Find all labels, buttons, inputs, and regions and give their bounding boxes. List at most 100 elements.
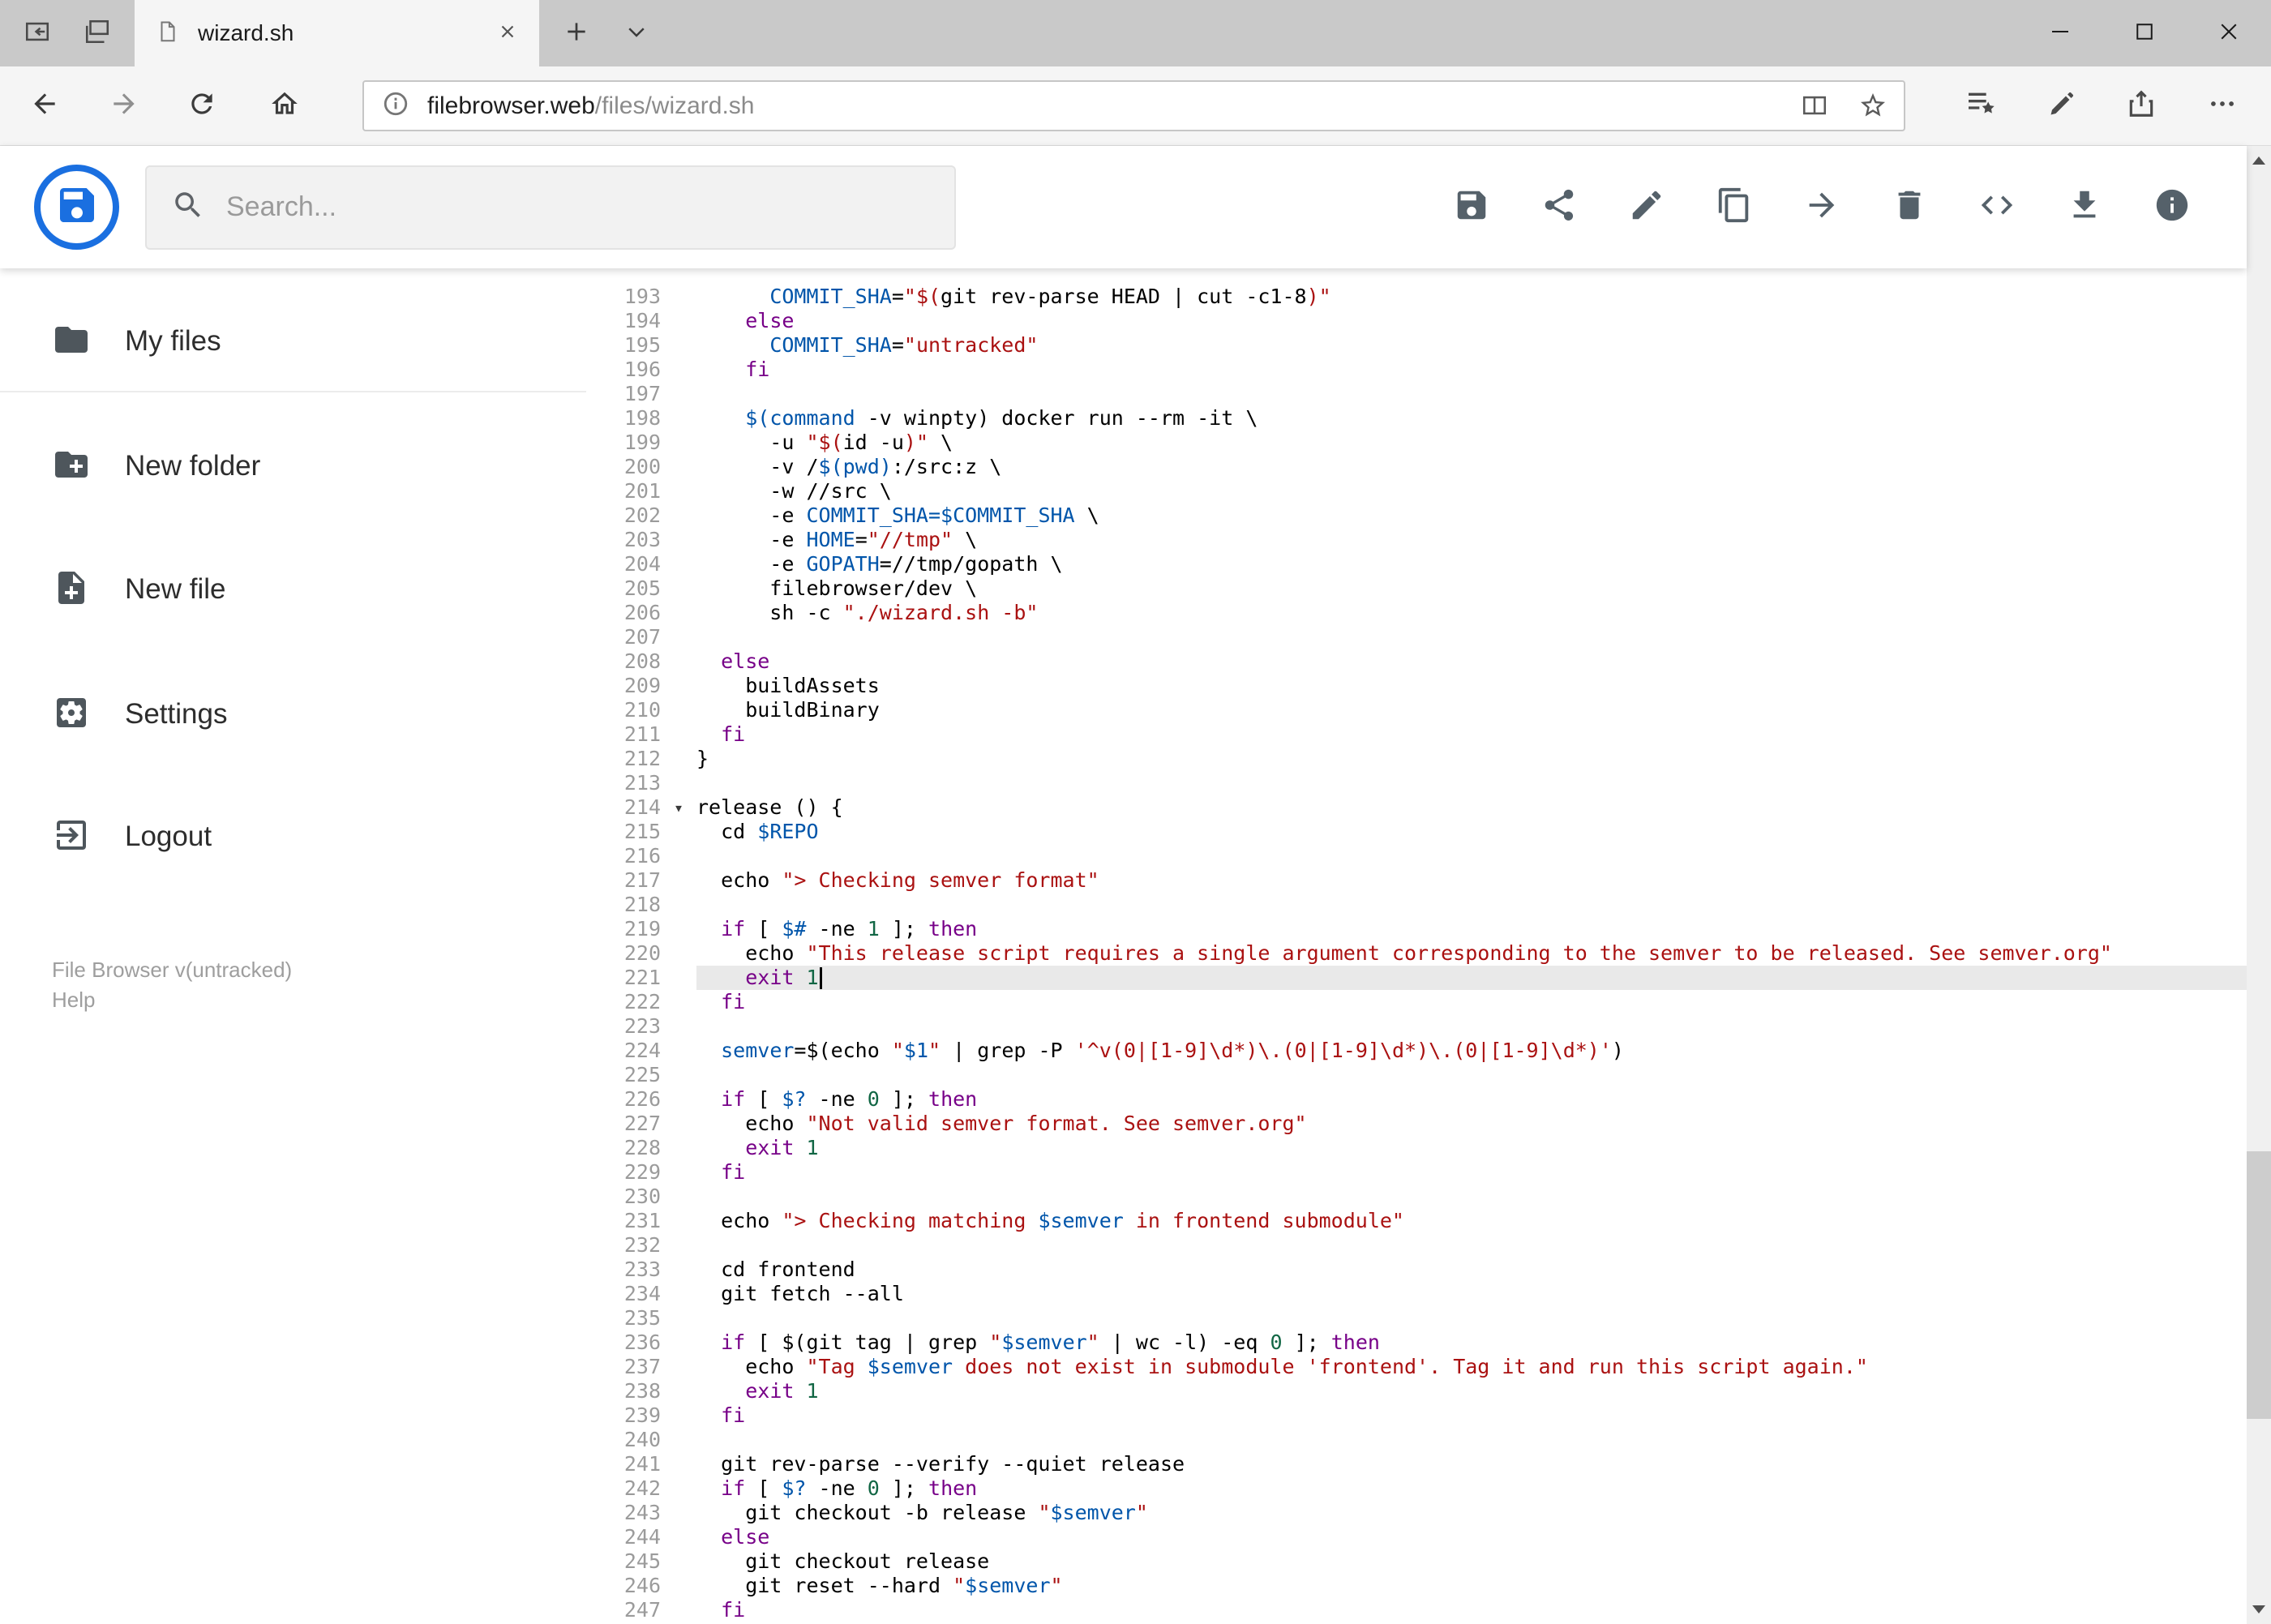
- home-button[interactable]: [256, 66, 313, 145]
- refresh-button[interactable]: [174, 66, 230, 145]
- code-line-246[interactable]: 246 git reset --hard "$semver": [586, 1574, 2247, 1598]
- code-line-229[interactable]: 229 fi: [586, 1160, 2247, 1185]
- web-notes-button[interactable]: [2033, 66, 2090, 145]
- code-line-195[interactable]: 195 COMMIT_SHA="untracked": [586, 333, 2247, 358]
- save-button[interactable]: [1453, 189, 1490, 226]
- code-line-198[interactable]: 198 $(command -v winpty) docker run --rm…: [586, 406, 2247, 431]
- code-line-219[interactable]: 219 if [ $# -ne 1 ]; then: [586, 917, 2247, 941]
- code-line-222[interactable]: 222 fi: [586, 990, 2247, 1014]
- delete-button[interactable]: [1891, 189, 1928, 226]
- sidebar-item-logout[interactable]: Logout: [0, 795, 586, 879]
- more-options-button[interactable]: [2194, 66, 2251, 145]
- code-line-206[interactable]: 206 sh -c "./wizard.sh -b": [586, 601, 2247, 625]
- code-line-199[interactable]: 199 -u "$(id -u)" \: [586, 431, 2247, 455]
- code-line-228[interactable]: 228 exit 1: [586, 1136, 2247, 1160]
- code-line-237[interactable]: 237 echo "Tag $semver does not exist in …: [586, 1355, 2247, 1379]
- code-line-200[interactable]: 200 -v /$(pwd):/src:z \: [586, 455, 2247, 479]
- tab-close-icon[interactable]: [497, 21, 518, 46]
- code-line-194[interactable]: 194 else: [586, 309, 2247, 333]
- code-line-213[interactable]: 213: [586, 771, 2247, 795]
- close-button[interactable]: [2187, 0, 2271, 66]
- search-input[interactable]: [226, 191, 930, 223]
- code-line-211[interactable]: 211 fi: [586, 722, 2247, 747]
- code-line-232[interactable]: 232: [586, 1233, 2247, 1258]
- add-favorite-button[interactable]: [1847, 82, 1899, 133]
- code-line-214[interactable]: 214 ▾ release () {: [586, 795, 2247, 820]
- scrollbar-thumb[interactable]: [2247, 1151, 2271, 1419]
- code-line-247[interactable]: 247 fi: [586, 1598, 2247, 1622]
- site-info-icon[interactable]: [382, 90, 409, 122]
- code-line-244[interactable]: 244 else: [586, 1525, 2247, 1549]
- code-line-227[interactable]: 227 echo "Not valid semver format. See s…: [586, 1112, 2247, 1136]
- code-line-210[interactable]: 210 buildBinary: [586, 698, 2247, 722]
- code-line-193[interactable]: 193 COMMIT_SHA="$(git rev-parse HEAD | c…: [586, 285, 2247, 309]
- code-line-202[interactable]: 202 -e COMMIT_SHA=$COMMIT_SHA \: [586, 503, 2247, 528]
- back-button[interactable]: [16, 66, 73, 145]
- set-tabs-aside-button[interactable]: [8, 0, 66, 66]
- minimize-button[interactable]: [2018, 0, 2102, 66]
- scroll-down-arrow[interactable]: [2247, 1595, 2271, 1624]
- code-line-208[interactable]: 208 else: [586, 649, 2247, 674]
- code-line-217[interactable]: 217 echo "> Checking semver format": [586, 868, 2247, 893]
- share-page-button[interactable]: [2113, 66, 2170, 145]
- tabs-set-aside-button[interactable]: [68, 0, 126, 66]
- code-line-225[interactable]: 225: [586, 1063, 2247, 1087]
- rename-button[interactable]: [1628, 189, 1665, 226]
- code-line-241[interactable]: 241 git rev-parse --verify --quiet relea…: [586, 1452, 2247, 1476]
- code-line-240[interactable]: 240: [586, 1428, 2247, 1452]
- code-line-205[interactable]: 205 filebrowser/dev \: [586, 576, 2247, 601]
- code-line-218[interactable]: 218: [586, 893, 2247, 917]
- code-line-220[interactable]: 220 echo "This release script requires a…: [586, 941, 2247, 966]
- code-line-224[interactable]: 224 semver=$(echo "$1" | grep -P '^v(0|[…: [586, 1039, 2247, 1063]
- code-line-212[interactable]: 212}: [586, 747, 2247, 771]
- info-button[interactable]: [2153, 189, 2191, 226]
- scroll-up-arrow[interactable]: [2247, 146, 2271, 175]
- filebrowser-logo[interactable]: [34, 165, 119, 250]
- fold-marker-icon[interactable]: ▾: [661, 795, 696, 820]
- code-line-197[interactable]: 197: [586, 382, 2247, 406]
- move-button[interactable]: [1803, 189, 1840, 226]
- code-line-221[interactable]: 221 exit 1: [586, 966, 2247, 990]
- code-line-231[interactable]: 231 echo "> Checking matching $semver in…: [586, 1209, 2247, 1233]
- code-line-230[interactable]: 230: [586, 1185, 2247, 1209]
- code-line-196[interactable]: 196 fi: [586, 358, 2247, 382]
- download-button[interactable]: [2066, 189, 2103, 226]
- code-view-button[interactable]: [1978, 189, 2016, 226]
- share-button[interactable]: [1540, 189, 1578, 226]
- code-line-201[interactable]: 201 -w //src \: [586, 479, 2247, 503]
- copy-button[interactable]: [1716, 187, 1753, 226]
- code-line-243[interactable]: 243 git checkout -b release "$semver": [586, 1501, 2247, 1525]
- code-line-235[interactable]: 235: [586, 1306, 2247, 1330]
- maximize-button[interactable]: [2102, 0, 2187, 66]
- search-box[interactable]: [145, 165, 956, 250]
- tab-preview-toggle[interactable]: [608, 0, 665, 66]
- help-link[interactable]: Help: [52, 985, 292, 1015]
- code-line-215[interactable]: 215 cd $REPO: [586, 820, 2247, 844]
- code-line-234[interactable]: 234 git fetch --all: [586, 1282, 2247, 1306]
- reading-view-button[interactable]: [1789, 82, 1840, 133]
- code-line-245[interactable]: 245 git checkout release: [586, 1549, 2247, 1574]
- code-line-233[interactable]: 233 cd frontend: [586, 1258, 2247, 1282]
- code-line-236[interactable]: 236 if [ $(git tag | grep "$semver" | wc…: [586, 1330, 2247, 1355]
- sidebar-item-new-file[interactable]: New file: [0, 547, 586, 632]
- code-editor[interactable]: 193 COMMIT_SHA="$(git rev-parse HEAD | c…: [586, 269, 2247, 1624]
- sidebar-item-my-files[interactable]: My files: [0, 299, 586, 384]
- code-line-238[interactable]: 238 exit 1: [586, 1379, 2247, 1403]
- new-tab-button[interactable]: [548, 0, 605, 66]
- page-scrollbar[interactable]: [2247, 146, 2271, 1624]
- address-bar[interactable]: filebrowser.web/files/wizard.sh: [362, 80, 1905, 131]
- code-line-204[interactable]: 204 -e GOPATH=//tmp/gopath \: [586, 552, 2247, 576]
- favorites-hub-button[interactable]: [1952, 66, 2009, 145]
- code-line-203[interactable]: 203 -e HOME="//tmp" \: [586, 528, 2247, 552]
- code-line-242[interactable]: 242 if [ $? -ne 0 ]; then: [586, 1476, 2247, 1501]
- browser-tab[interactable]: wizard.sh: [135, 0, 539, 66]
- code-line-226[interactable]: 226 if [ $? -ne 0 ]; then: [586, 1087, 2247, 1112]
- code-line-223[interactable]: 223: [586, 1014, 2247, 1039]
- code-line-239[interactable]: 239 fi: [586, 1403, 2247, 1428]
- code-line-216[interactable]: 216: [586, 844, 2247, 868]
- sidebar-item-settings[interactable]: Settings: [0, 672, 586, 756]
- code-line-209[interactable]: 209 buildAssets: [586, 674, 2247, 698]
- sidebar-item-new-folder[interactable]: New folder: [0, 424, 586, 508]
- forward-button[interactable]: [96, 66, 152, 145]
- code-line-207[interactable]: 207: [586, 625, 2247, 649]
